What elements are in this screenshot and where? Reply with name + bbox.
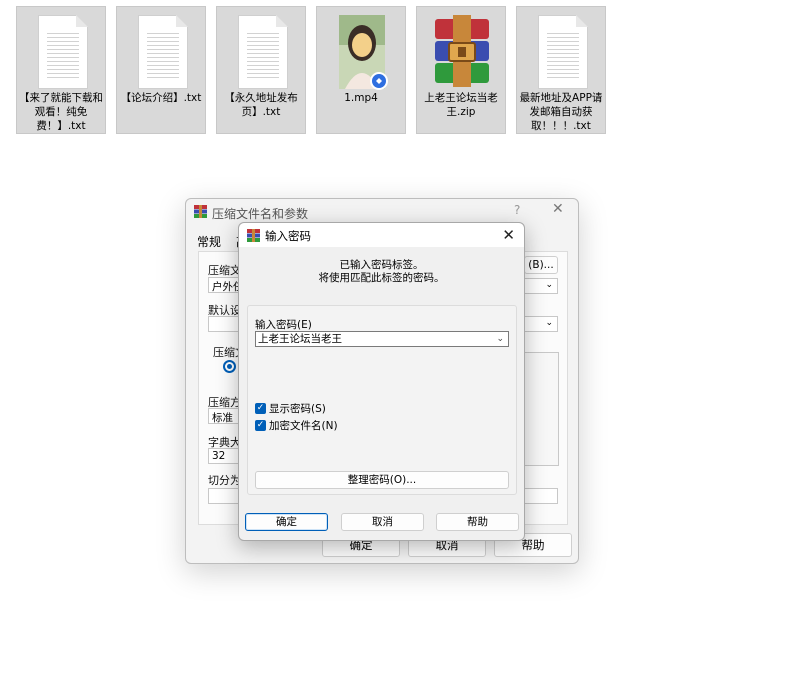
file-tile-txt-3[interactable]: 【永久地址发布页】.txt bbox=[216, 6, 306, 134]
encrypt-names-checkbox[interactable]: ✓ 加密文件名(N) bbox=[255, 418, 338, 433]
manage-passwords-button[interactable]: 整理密码(O)... bbox=[255, 471, 509, 489]
help-button[interactable]: 帮助 bbox=[436, 513, 519, 531]
message-line: 已输入密码标签。 bbox=[339, 259, 424, 271]
file-name: 【论坛介绍】.txt bbox=[120, 92, 202, 104]
file-name: 上老王论坛当老王.zip bbox=[424, 92, 498, 118]
text-file-icon bbox=[31, 13, 93, 91]
tab-general[interactable]: 常规 bbox=[197, 233, 221, 250]
file-tile-txt-1[interactable]: 【来了就能下载和观看！纯免费！】.txt bbox=[16, 6, 106, 134]
help-icon[interactable]: ? bbox=[514, 203, 520, 217]
checkbox-checked-icon[interactable]: ✓ bbox=[255, 403, 266, 414]
text-file-icon bbox=[131, 13, 193, 91]
winrar-icon bbox=[247, 229, 260, 242]
enter-password-dialog: 输入密码 ✕ 已输入密码标签。 将使用匹配此标签的密码。 输入密码(E) 上老王… bbox=[238, 222, 525, 541]
options-select[interactable]: ⌄ bbox=[524, 316, 558, 332]
file-tile-video[interactable]: 1.mp4 bbox=[316, 6, 406, 134]
text-file-icon bbox=[531, 13, 593, 91]
browse-button[interactable]: (B)... bbox=[524, 256, 558, 274]
password-field-stub[interactable] bbox=[524, 488, 558, 504]
checkbox-checked-icon[interactable]: ✓ bbox=[255, 420, 266, 431]
show-password-label: 显示密码(S) bbox=[269, 403, 326, 415]
file-name: 最新地址及APP请发邮箱自动获取！！！.txt bbox=[519, 92, 603, 132]
enter-password-label: 输入密码(E) bbox=[255, 319, 312, 331]
video-thumbnail bbox=[331, 13, 393, 91]
file-name: 1.mp4 bbox=[344, 92, 378, 104]
options-group-box bbox=[519, 352, 559, 466]
close-icon[interactable]: ✕ bbox=[552, 201, 564, 217]
file-tile-txt-4[interactable]: 最新地址及APP请发邮箱自动获取！！！.txt bbox=[516, 6, 606, 134]
dialog-title: 压缩文件名和参数 bbox=[212, 207, 309, 221]
ok-button[interactable]: 确定 bbox=[245, 513, 328, 531]
encrypt-names-label: 加密文件名(N) bbox=[269, 420, 338, 432]
chevron-down-icon[interactable]: ⌄ bbox=[496, 332, 504, 346]
winrar-icon bbox=[194, 205, 207, 218]
cancel-button[interactable]: 取消 bbox=[341, 513, 424, 531]
show-password-checkbox[interactable]: ✓ 显示密码(S) bbox=[255, 401, 326, 416]
text-file-icon bbox=[231, 13, 293, 91]
dialog-title: 输入密码 bbox=[265, 229, 311, 243]
update-mode-select[interactable]: ⌄ bbox=[524, 278, 558, 294]
message-line: 将使用匹配此标签的密码。 bbox=[318, 272, 445, 284]
file-name: 【永久地址发布页】.txt bbox=[224, 92, 298, 118]
archive-icon bbox=[431, 13, 493, 91]
password-combo[interactable]: 上老王论坛当老王 ⌄ bbox=[255, 331, 509, 347]
file-name: 【来了就能下载和观看！纯免费！】.txt bbox=[19, 92, 103, 132]
format-radio[interactable] bbox=[223, 360, 236, 373]
password-message: 已输入密码标签。 将使用匹配此标签的密码。 bbox=[239, 259, 524, 285]
file-tile-txt-2[interactable]: 【论坛介绍】.txt bbox=[116, 6, 206, 134]
password-value: 上老王论坛当老王 bbox=[258, 333, 342, 345]
close-icon[interactable]: ✕ bbox=[502, 226, 515, 244]
file-tile-archive[interactable]: 上老王论坛当老王.zip bbox=[416, 6, 506, 134]
